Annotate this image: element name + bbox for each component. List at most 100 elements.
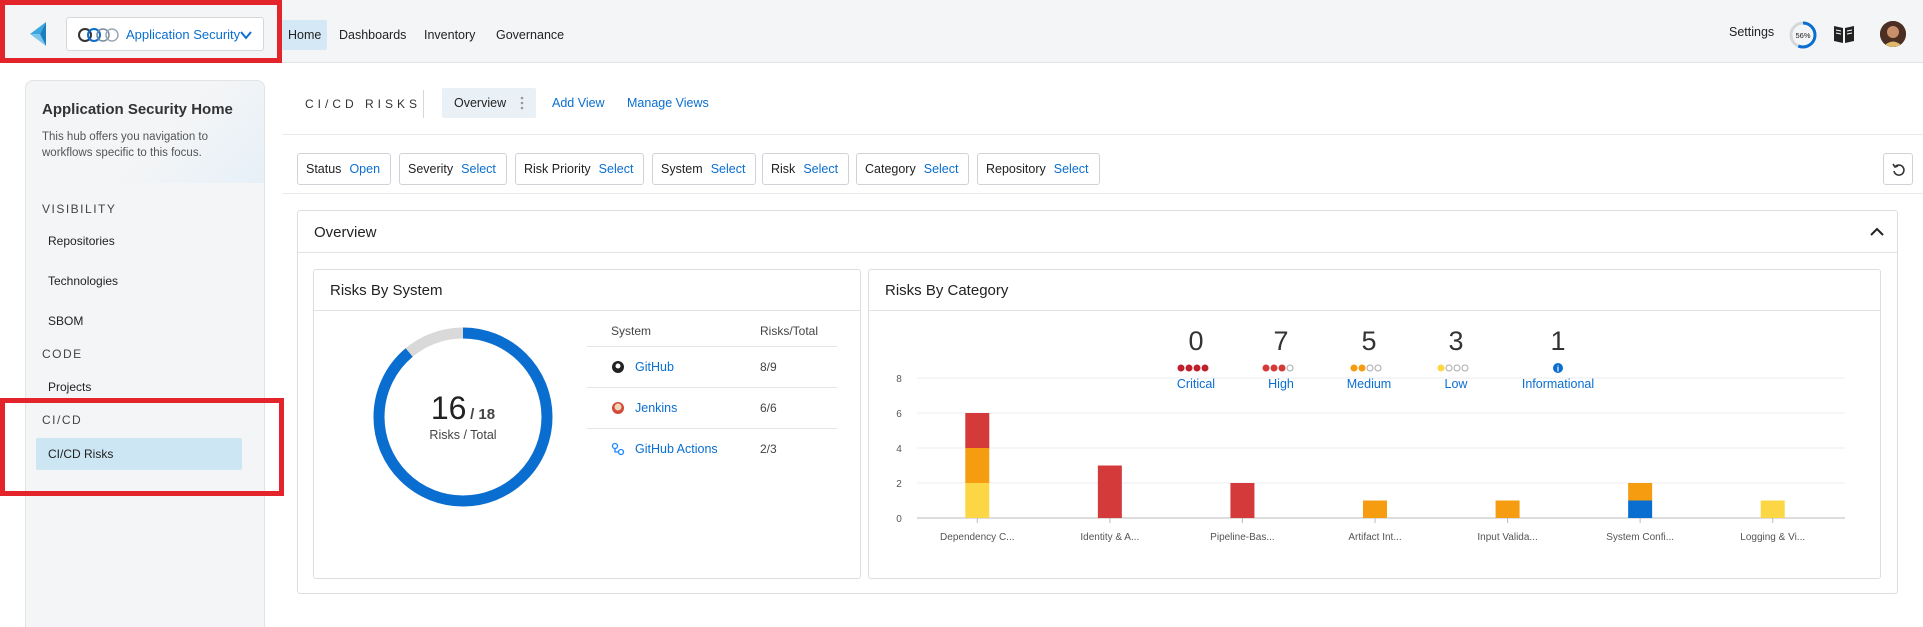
card-header: Risks By Category xyxy=(869,270,1880,311)
system-ratio: 2/3 xyxy=(760,442,777,456)
filter-system-value: Select xyxy=(710,162,746,176)
chart-bar-medium[interactable] xyxy=(1495,500,1520,519)
filter-repository-label: Repository xyxy=(986,162,1046,176)
nav-home[interactable]: Home xyxy=(282,20,328,50)
app-logo-icon[interactable] xyxy=(26,20,52,48)
info-icon: i xyxy=(1513,361,1603,374)
hub-selector[interactable]: Application Security xyxy=(66,17,264,51)
kebab-menu-icon[interactable] xyxy=(520,96,524,110)
table-row[interactable]: GitHub Actions 2/3 xyxy=(587,428,837,469)
risks-by-system-title: Risks By System xyxy=(330,282,443,299)
filter-system[interactable]: System Select xyxy=(652,153,757,185)
system-name[interactable]: GitHub xyxy=(635,360,674,374)
filter-category-value: Select xyxy=(923,162,959,176)
risks-by-category-chart: 0 2 4 6 8 Dependency C... Identity & A... Pipel… xyxy=(896,374,1845,543)
nav-dashboards[interactable]: Dashboards xyxy=(333,20,412,50)
sidebar-item-cicd-risks[interactable]: CI/CD Risks xyxy=(36,438,242,470)
chart-bar-high[interactable] xyxy=(1230,483,1255,518)
nav-inventory[interactable]: Inventory xyxy=(418,20,481,50)
chart-bar-informational[interactable] xyxy=(1628,500,1653,519)
filter-category[interactable]: Category Select xyxy=(856,153,970,185)
chart-bar-high[interactable] xyxy=(1097,465,1122,519)
reset-filters-button[interactable] xyxy=(1883,153,1913,185)
y-tick-label: 4 xyxy=(896,444,902,455)
donut-value: 16 / 18 xyxy=(369,390,557,427)
sidebar-item-technologies[interactable]: Technologies xyxy=(36,265,242,297)
top-navigation: Application Security Home Dashboards Inv… xyxy=(0,0,1923,63)
severity-dots-icon xyxy=(1411,361,1501,372)
sidebar-item-sbom[interactable]: SBOM xyxy=(36,305,242,337)
filter-status[interactable]: Status Open xyxy=(297,153,392,185)
chevron-up-icon[interactable] xyxy=(1869,224,1885,240)
sidebar-section-code: CODE xyxy=(42,347,83,361)
github-icon xyxy=(612,361,624,373)
risks-by-system-card: Risks By System 16 / 18 Risks / Total Sy… xyxy=(313,269,861,579)
filter-risk-label: Risk xyxy=(771,162,796,176)
manage-views-link[interactable]: Manage Views xyxy=(627,96,709,110)
filter-category-label: Category xyxy=(865,162,916,176)
filter-status-label: Status xyxy=(306,162,342,176)
github-actions-icon xyxy=(611,442,625,456)
book-icon[interactable] xyxy=(1833,24,1855,44)
divider xyxy=(282,193,1923,194)
x-tick-label: Pipeline-Bas... xyxy=(1210,532,1274,543)
filter-risk-priority[interactable]: Risk Priority Select xyxy=(515,153,645,185)
sidebar-item-projects[interactable]: Projects xyxy=(36,371,242,403)
system-name[interactable]: GitHub Actions xyxy=(635,442,718,456)
x-tick-label: Dependency C... xyxy=(940,532,1015,543)
chart-bar-medium[interactable] xyxy=(1628,483,1653,501)
settings-link[interactable]: Settings xyxy=(1729,25,1774,39)
x-tick-label: Identity & A... xyxy=(1080,532,1139,543)
filter-risk-priority-label: Risk Priority xyxy=(524,162,591,176)
chart-bar-medium[interactable] xyxy=(1363,500,1387,519)
progress-value: 56% xyxy=(1795,31,1810,40)
x-tick-label: Input Valida... xyxy=(1477,532,1537,543)
filter-severity-value: Select xyxy=(461,162,496,176)
overview-title: Overview xyxy=(314,224,377,241)
risks-total: / 18 xyxy=(470,406,496,423)
filter-repository-value: Select xyxy=(1053,162,1089,176)
severity-dots-icon xyxy=(1324,361,1414,372)
system-name[interactable]: Jenkins xyxy=(635,401,677,415)
tab-overview-label: Overview xyxy=(454,96,507,110)
overview-header[interactable]: Overview xyxy=(298,211,1897,253)
sidebar: Application Security Home This hub offer… xyxy=(25,80,265,627)
tab-overview[interactable]: Overview xyxy=(442,88,536,118)
x-tick-label: Artifact Int... xyxy=(1348,532,1401,543)
system-ratio: 6/6 xyxy=(760,401,777,415)
chart-bar-low[interactable] xyxy=(965,483,990,518)
title-separator xyxy=(423,90,424,118)
chevron-down-icon xyxy=(240,31,252,40)
sidebar-item-repositories[interactable]: Repositories xyxy=(36,225,242,257)
risks-by-category-title: Risks By Category xyxy=(885,282,1009,299)
risks-by-category-card: Risks By Category 0 Critical 7 High 5 Me… xyxy=(868,269,1881,579)
filter-system-label: System xyxy=(661,162,703,176)
nav-governance[interactable]: Governance xyxy=(490,20,570,50)
y-tick-label: 6 xyxy=(896,409,902,420)
chart-bar-high[interactable] xyxy=(965,413,990,448)
chart-bar-low[interactable] xyxy=(1760,500,1785,519)
filter-risk-value: Select xyxy=(803,162,839,176)
progress-ring[interactable]: 56% xyxy=(1789,21,1817,49)
chart-bar-medium[interactable] xyxy=(965,448,990,483)
sidebar-section-cicd: CI/CD xyxy=(42,413,83,427)
filter-repository[interactable]: Repository Select xyxy=(977,153,1100,185)
card-header: Risks By System xyxy=(314,270,860,311)
filter-risk[interactable]: Risk Select xyxy=(762,153,850,185)
column-header-ratio: Risks/Total xyxy=(760,324,819,338)
table-row[interactable]: GitHub 8/9 xyxy=(587,346,837,387)
table-row[interactable]: Jenkins 6/6 xyxy=(587,387,837,428)
risks-count: 16 xyxy=(430,390,467,426)
jenkins-icon xyxy=(612,402,624,414)
system-ratio: 8/9 xyxy=(760,360,777,374)
filter-severity[interactable]: Severity Select xyxy=(399,153,507,185)
filter-risk-priority-value: Select xyxy=(598,162,634,176)
divider xyxy=(282,134,1923,135)
severity-count: 0 xyxy=(1188,326,1204,356)
column-header-system: System xyxy=(611,324,652,338)
y-tick-label: 2 xyxy=(896,479,902,490)
add-view-link[interactable]: Add View xyxy=(552,96,605,110)
filter-severity-label: Severity xyxy=(408,162,454,176)
severity-dots-icon xyxy=(1236,361,1326,372)
avatar[interactable] xyxy=(1880,21,1906,47)
